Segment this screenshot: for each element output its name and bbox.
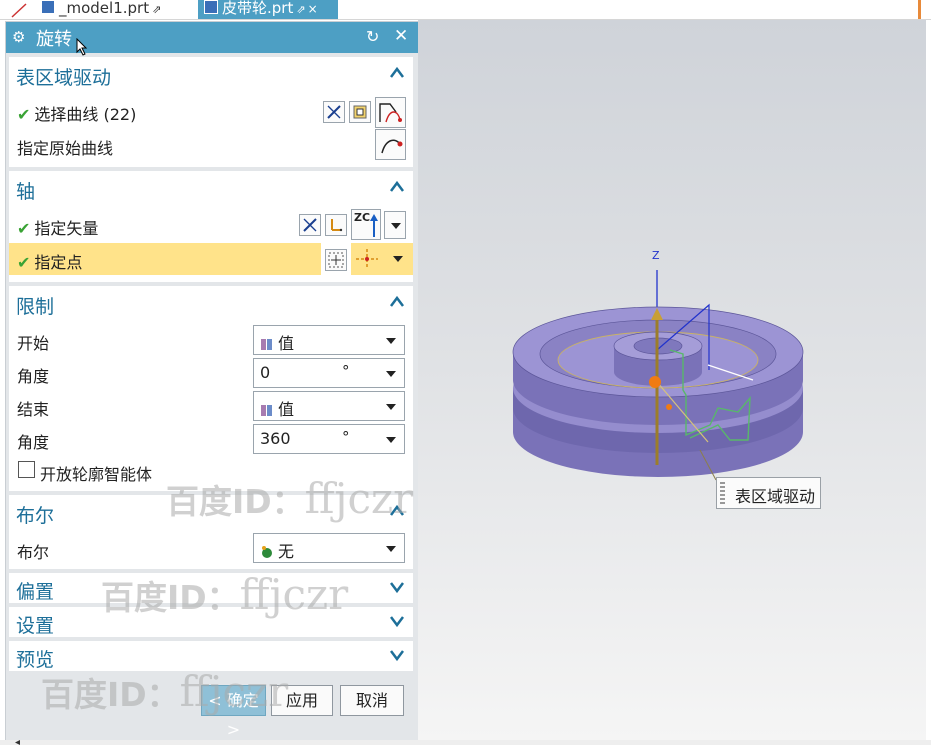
section-header[interactable]: 轴 <box>9 171 413 205</box>
zc-vector-button[interactable]: ZC <box>351 209 381 240</box>
section-header[interactable]: 布尔 <box>9 495 413 529</box>
section-axis: 轴 ✔ 指定矢量 ZC ✔ 指定点 <box>9 171 413 282</box>
original-curve-button[interactable] <box>375 129 406 160</box>
check-icon: ✔ <box>17 253 31 272</box>
revolve-dialog: ⚙ 旋转 ↻ ✕ 表区域驱动 ✔ 选择曲线 (22) 指定原始曲线 轴 ✔ 指定… <box>5 21 420 742</box>
chevron-up-icon[interactable] <box>390 66 404 80</box>
check-icon: ✔ <box>17 219 31 238</box>
chevron-down-icon <box>386 437 396 443</box>
section-settings[interactable]: 设置 <box>9 607 413 637</box>
end-type-select[interactable]: 值 <box>253 391 405 421</box>
vector-icon <box>331 219 343 232</box>
start-row: 开始 值 <box>9 324 413 356</box>
section-surface-drive: 表区域驱动 ✔ 选择曲线 (22) 指定原始曲线 <box>9 57 413 167</box>
boolean-row: 布尔 无 <box>9 533 413 565</box>
section-offset[interactable]: 偏置 <box>9 573 413 603</box>
tab-pulley[interactable]: 皮带轮.prt ⇗ × <box>198 0 338 19</box>
cancel-button[interactable]: 取消 <box>340 685 404 716</box>
scroll-left-icon[interactable] <box>14 740 22 745</box>
part-file-icon <box>41 0 55 14</box>
start-angle-row: 角度 0 ° <box>9 357 413 389</box>
graphics-viewport[interactable]: Z Y <box>418 20 926 740</box>
chevron-up-icon[interactable] <box>390 504 404 518</box>
reverse-icon <box>327 105 341 119</box>
mouse-cursor-icon <box>76 38 88 56</box>
reverse-direction-button[interactable] <box>323 101 345 123</box>
close-icon[interactable]: ✕ <box>394 26 408 46</box>
chevron-down-icon <box>386 404 396 410</box>
value-icon <box>261 405 272 416</box>
chevron-down-icon[interactable] <box>390 648 404 662</box>
window-edge <box>918 0 921 19</box>
point-dialog-button[interactable] <box>325 249 347 271</box>
reverse-vector-button[interactable] <box>299 214 321 236</box>
pencil-icon <box>11 3 27 18</box>
crosshair-icon <box>356 249 378 269</box>
gear-icon[interactable]: ⚙ <box>12 28 25 46</box>
zc-label: ZC <box>354 211 371 224</box>
value-icon <box>261 339 272 350</box>
specify-vector-row[interactable]: ✔ 指定矢量 ZC <box>9 209 413 241</box>
document-tab-bar: _model1.prt ⇗ 皮带轮.prt ⇗ × <box>0 0 931 20</box>
open-profile-checkbox[interactable] <box>18 461 35 478</box>
chevron-up-icon[interactable] <box>390 295 404 309</box>
end-angle-row: 角度 360 ° <box>9 423 413 455</box>
popout-icon[interactable]: ⇗ <box>152 3 161 16</box>
check-icon: ✔ <box>17 105 31 124</box>
point-icon <box>328 252 344 268</box>
axis-z-label: Z <box>652 249 660 262</box>
chevron-down-icon <box>391 223 401 229</box>
select-curve-row[interactable]: ✔ 选择曲线 (22) <box>9 95 413 128</box>
chevron-down-icon[interactable] <box>390 580 404 594</box>
end-row: 结束 值 <box>9 390 413 422</box>
section-header[interactable]: 表区域驱动 <box>9 57 413 91</box>
section-limits: 限制 开始 值 角度 0 ° 结束 值 角度 360 ° 开放轮廓智能体 <box>9 286 413 491</box>
specify-original-curve-row[interactable]: 指定原始曲线 <box>9 129 413 161</box>
apply-button[interactable]: 应用 <box>271 685 333 716</box>
vector-dropdown[interactable] <box>384 211 406 239</box>
boolean-none-icon <box>262 546 272 558</box>
chevron-down-icon[interactable] <box>390 614 404 628</box>
popout-icon[interactable]: ⇗ <box>296 3 305 16</box>
tab-model1[interactable]: _model1.prt ⇗ <box>35 0 195 19</box>
chevron-down-icon <box>386 546 396 552</box>
part-file-icon <box>204 0 218 14</box>
ok-button[interactable]: < 确定 > <box>201 685 266 739</box>
chevron-down-icon <box>386 338 396 344</box>
chevron-down-icon <box>393 256 403 262</box>
chevron-up-icon[interactable] <box>390 180 404 194</box>
section-boolean: 布尔 布尔 无 <box>9 495 413 569</box>
section-header[interactable]: 限制 <box>9 286 413 320</box>
sketch-icon <box>353 105 367 119</box>
start-angle-input[interactable]: 0 ° <box>253 358 405 388</box>
start-type-select[interactable]: 值 <box>253 325 405 355</box>
reverse-icon <box>303 218 317 232</box>
specify-point-row[interactable]: ✔ 指定点 <box>9 243 321 275</box>
chevron-down-icon <box>386 371 396 377</box>
close-tab-icon[interactable]: × <box>308 2 318 16</box>
curve-icon <box>379 103 402 123</box>
point-type-dropdown[interactable] <box>351 243 413 275</box>
dialog-titlebar[interactable]: ⚙ 旋转 ↻ ✕ <box>6 22 419 56</box>
curve-select-button[interactable] <box>375 97 406 128</box>
vector-dialog-button[interactable] <box>325 214 347 236</box>
end-angle-input[interactable]: 360 ° <box>253 424 405 454</box>
selection-tooltip: 表区域驱动 <box>716 477 821 509</box>
curve-pick-icon <box>381 139 403 154</box>
sketch-section-button[interactable] <box>349 101 371 123</box>
reset-icon[interactable]: ↻ <box>366 27 379 46</box>
status-strip <box>0 740 931 745</box>
pulley-model: Z Y <box>512 249 804 481</box>
boolean-select[interactable]: 无 <box>253 533 405 563</box>
dialog-title: 旋转 <box>36 29 72 50</box>
arrow-up-icon <box>370 214 378 237</box>
section-preview[interactable]: 预览 <box>9 641 413 671</box>
grip-icon <box>720 482 725 504</box>
open-profile-row[interactable]: 开放轮廓智能体 <box>9 455 413 487</box>
